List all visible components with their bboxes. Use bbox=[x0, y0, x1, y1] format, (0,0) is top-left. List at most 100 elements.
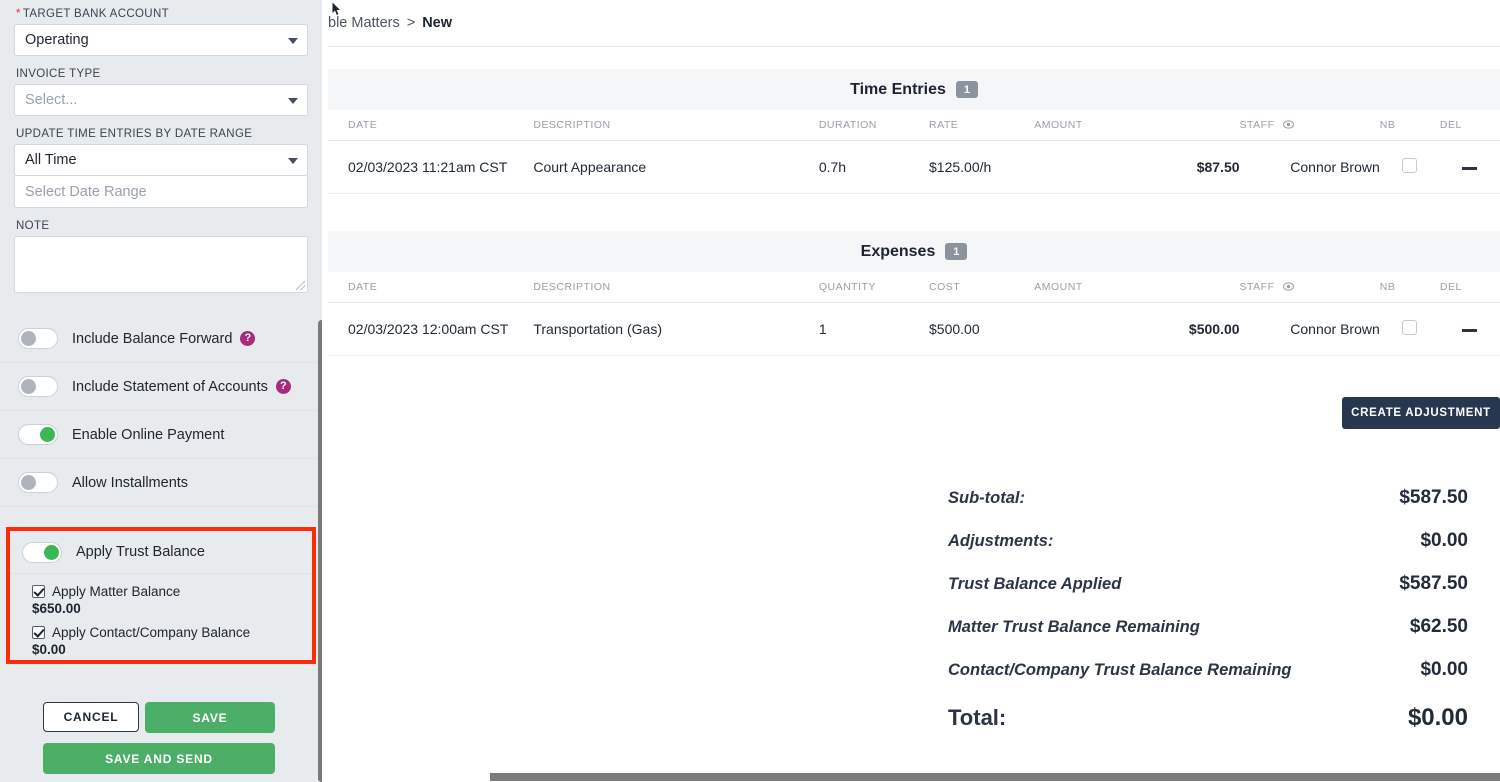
cell-del bbox=[1439, 140, 1500, 194]
total-label: Contact/Company Trust Balance Remaining bbox=[948, 661, 1292, 679]
nb-checkbox[interactable] bbox=[1402, 320, 1418, 335]
target-bank-account-select[interactable]: Operating bbox=[14, 24, 308, 56]
toggle-row-include-statement-of-accounts[interactable]: Include Statement of Accounts ? bbox=[0, 363, 322, 411]
cell-amount: $500.00 bbox=[1034, 302, 1240, 356]
breadcrumb-parent[interactable]: ble Matters bbox=[328, 15, 400, 31]
invoice-editor-screen: * TARGET BANK ACCOUNT Operating INVOICE T… bbox=[0, 0, 1500, 782]
eye-icon[interactable] bbox=[1282, 120, 1294, 129]
expenses-title: Expenses bbox=[860, 242, 936, 260]
invoice-main-panel: ble Matters > New Time Entries 1 DATE DE… bbox=[328, 0, 1500, 782]
checkbox-row-apply-matter-balance[interactable]: Apply Matter Balance bbox=[10, 580, 312, 600]
toggle-allow-installments[interactable] bbox=[18, 472, 58, 493]
total-value: $0.00 bbox=[1420, 659, 1468, 680]
trust-checkbox-list: Apply Matter Balance $650.00 Apply Conta… bbox=[10, 574, 312, 657]
help-icon[interactable]: ? bbox=[240, 331, 256, 346]
checkbox-label: Apply Matter Balance bbox=[52, 584, 181, 599]
toggle-list: Include Balance Forward ? Include Statem… bbox=[0, 315, 322, 507]
table-row[interactable]: 02/03/2023 12:00am CST Transportation (G… bbox=[328, 302, 1500, 356]
cell-duration: 0.7h bbox=[818, 140, 930, 194]
invoice-settings-sidebar: * TARGET BANK ACCOUNT Operating INVOICE T… bbox=[0, 0, 322, 782]
col-staff-label: STAFF bbox=[1239, 281, 1275, 293]
toggle-label: Include Balance Forward bbox=[72, 330, 233, 347]
chevron-down-icon bbox=[288, 38, 298, 44]
cell-description: Court Appearance bbox=[533, 140, 819, 194]
total-row-adjustments: Adjustments: $0.00 bbox=[948, 530, 1468, 552]
create-adjustment-button[interactable]: CREATE ADJUSTMENT bbox=[1342, 397, 1500, 429]
col-rate: RATE bbox=[929, 110, 1035, 141]
cell-staff: Connor Brown bbox=[1239, 302, 1380, 356]
cell-amount: $87.50 bbox=[1034, 140, 1240, 194]
cell-staff: Connor Brown bbox=[1239, 140, 1380, 194]
total-label: Trust Balance Applied bbox=[948, 575, 1122, 593]
date-range-input[interactable]: Select Date Range bbox=[14, 176, 308, 208]
toggle-row-enable-online-payment[interactable]: Enable Online Payment bbox=[0, 411, 322, 459]
table-header-row: DATE DESCRIPTION DURATION RATE AMOUNT ST… bbox=[328, 110, 1500, 141]
expenses-count-badge: 1 bbox=[945, 243, 968, 260]
target-bank-account-label: * TARGET BANK ACCOUNT bbox=[16, 8, 169, 20]
total-value: $0.00 bbox=[1420, 530, 1468, 551]
matter-balance-amount: $650.00 bbox=[32, 601, 81, 616]
date-range-field: UPDATE TIME ENTRIES BY DATE RANGE All Ti… bbox=[0, 116, 322, 208]
horizontal-scrollbar-track[interactable] bbox=[328, 773, 1500, 782]
toggle-row-allow-installments[interactable]: Allow Installments bbox=[0, 459, 322, 507]
date-range-preset-select[interactable]: All Time bbox=[14, 144, 308, 176]
cursor-pointer-icon bbox=[332, 2, 340, 15]
expenses-table: DATE DESCRIPTION QUANTITY COST AMOUNT ST… bbox=[328, 272, 1500, 356]
checkbox-row-apply-contact-company-balance[interactable]: Apply Contact/Company Balance bbox=[10, 621, 312, 641]
col-date: DATE bbox=[328, 272, 534, 303]
toggle-label: Apply Trust Balance bbox=[76, 544, 205, 560]
cell-nb bbox=[1379, 302, 1440, 356]
save-and-send-button[interactable]: SAVE AND SEND bbox=[43, 743, 275, 774]
toggle-apply-trust-balance[interactable] bbox=[22, 541, 62, 563]
eye-icon[interactable] bbox=[1282, 282, 1294, 291]
total-value: $587.50 bbox=[1399, 573, 1468, 594]
toggle-label: Allow Installments bbox=[72, 474, 189, 491]
total-row-grand-total: Total: $0.00 bbox=[948, 704, 1468, 732]
grand-total-label: Total: bbox=[948, 705, 1007, 730]
nb-checkbox[interactable] bbox=[1402, 158, 1418, 173]
help-icon[interactable]: ? bbox=[275, 379, 291, 394]
checkbox-apply-matter-balance[interactable] bbox=[32, 585, 45, 598]
table-row[interactable]: 02/03/2023 11:21am CST Court Appearance … bbox=[328, 140, 1500, 194]
col-staff: STAFF bbox=[1239, 110, 1380, 141]
breadcrumb: ble Matters > New bbox=[328, 0, 1500, 47]
horizontal-scrollbar-thumb[interactable] bbox=[490, 773, 1500, 781]
col-quantity: QUANTITY bbox=[818, 272, 930, 303]
invoice-type-value: Select... bbox=[25, 92, 78, 108]
target-bank-account-value: Operating bbox=[25, 32, 89, 48]
toggle-include-balance-forward[interactable] bbox=[18, 328, 58, 349]
target-bank-account-field: * TARGET BANK ACCOUNT Operating bbox=[0, 0, 322, 56]
note-textarea[interactable] bbox=[14, 236, 308, 293]
delete-row-icon[interactable] bbox=[1462, 167, 1478, 170]
invoice-type-field: INVOICE TYPE Select... bbox=[0, 56, 322, 116]
note-field: NOTE bbox=[0, 208, 322, 293]
date-range-input-value: Select Date Range bbox=[25, 183, 147, 200]
sidebar-vertical-scrollbar[interactable] bbox=[318, 320, 322, 782]
toggle-knob bbox=[21, 331, 36, 346]
col-date: DATE bbox=[328, 110, 534, 141]
col-description: DESCRIPTION bbox=[533, 272, 819, 303]
total-label: Matter Trust Balance Remaining bbox=[948, 618, 1200, 636]
cell-description: Transportation (Gas) bbox=[533, 302, 819, 356]
apply-trust-balance-highlight-box: Apply Trust Balance Apply Matter Balance… bbox=[6, 527, 316, 664]
toggle-row-include-balance-forward[interactable]: Include Balance Forward ? bbox=[0, 315, 322, 363]
note-label: NOTE bbox=[16, 220, 50, 232]
toggle-row-apply-trust-balance[interactable]: Apply Trust Balance bbox=[10, 531, 312, 574]
cell-del bbox=[1439, 302, 1500, 356]
cell-quantity: 1 bbox=[818, 302, 930, 356]
total-row-sub-total: Sub-total: $587.50 bbox=[948, 487, 1468, 509]
checkbox-label: Apply Contact/Company Balance bbox=[52, 625, 251, 640]
delete-row-icon[interactable] bbox=[1462, 329, 1478, 332]
cell-nb bbox=[1379, 140, 1440, 194]
cancel-button[interactable]: CANCEL bbox=[43, 702, 139, 732]
invoice-type-select[interactable]: Select... bbox=[14, 84, 308, 116]
save-button[interactable]: SAVE bbox=[145, 702, 275, 733]
toggle-label: Include Statement of Accounts bbox=[72, 378, 268, 395]
required-asterisk: * bbox=[16, 8, 21, 20]
date-range-preset-value: All Time bbox=[25, 152, 77, 168]
checkbox-apply-contact-company-balance[interactable] bbox=[32, 626, 45, 639]
toggle-include-statement-of-accounts[interactable] bbox=[18, 376, 58, 397]
toggle-enable-online-payment[interactable] bbox=[18, 424, 58, 445]
date-range-label: UPDATE TIME ENTRIES BY DATE RANGE bbox=[16, 128, 253, 140]
